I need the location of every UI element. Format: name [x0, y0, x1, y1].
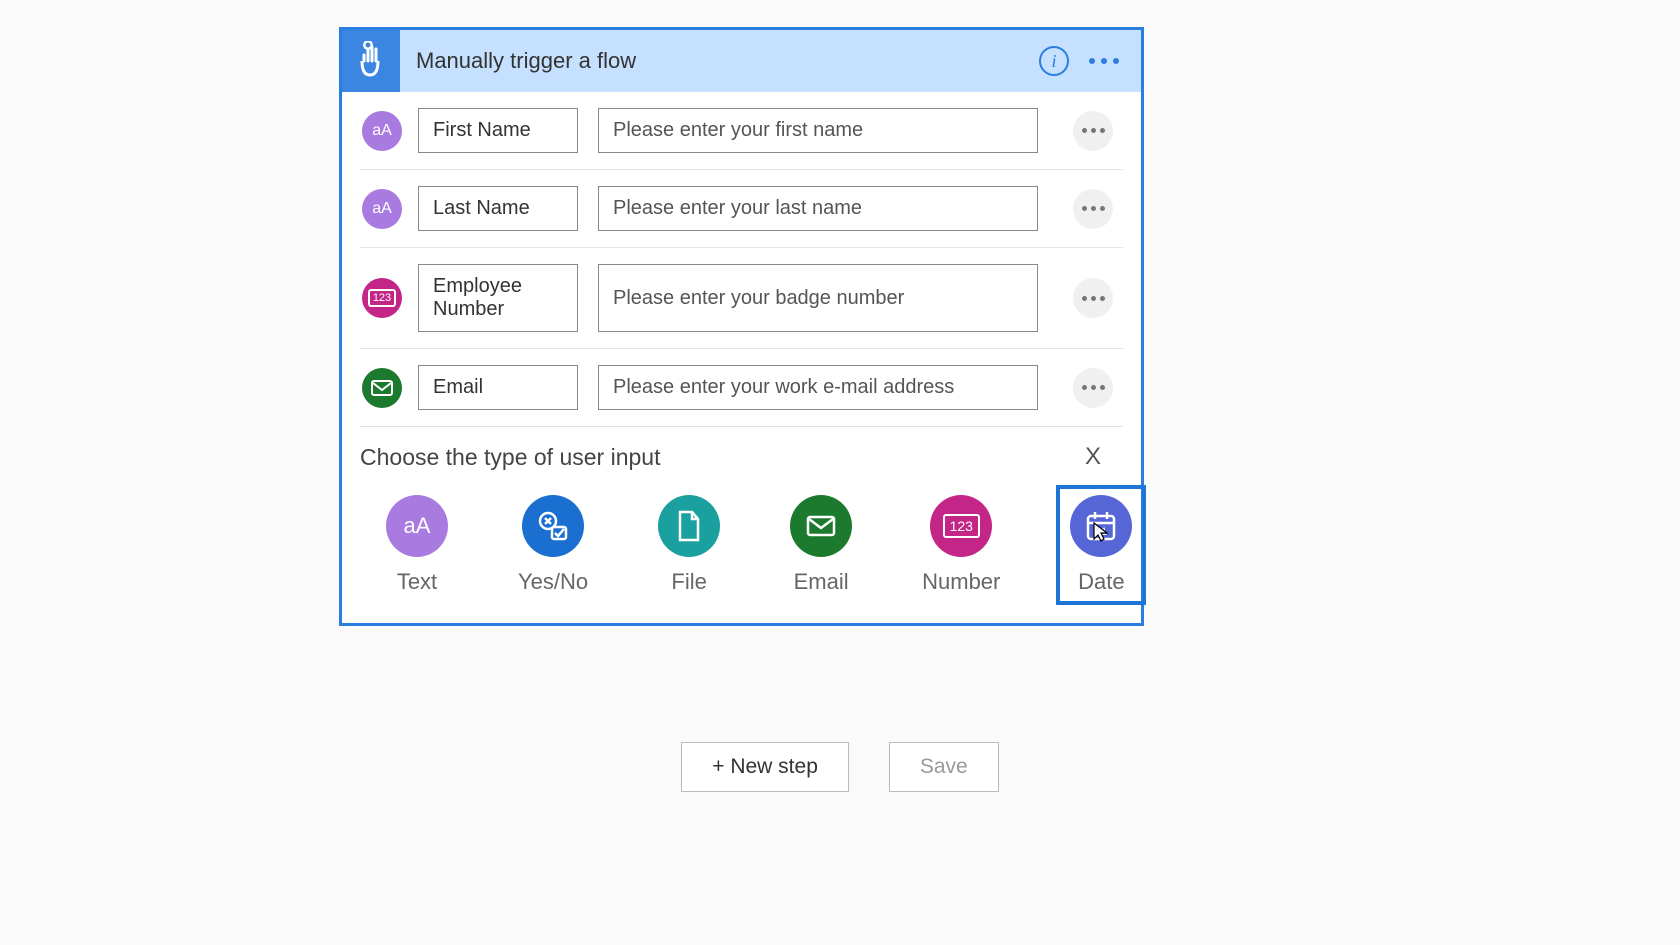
input-type-number[interactable]: 123 Number	[908, 485, 1014, 605]
input-more-button[interactable]	[1073, 278, 1113, 318]
input-type-text[interactable]: aA Text	[372, 485, 462, 605]
type-label: Email	[794, 569, 849, 595]
chooser-close-button[interactable]: X	[1075, 439, 1111, 475]
input-type-file[interactable]: File	[644, 485, 734, 605]
date-icon: 21	[1070, 495, 1132, 557]
type-label: Date	[1078, 569, 1124, 595]
input-placeholder-field[interactable]	[598, 264, 1038, 332]
type-label: Yes/No	[518, 569, 588, 595]
input-placeholder-field[interactable]	[598, 365, 1038, 410]
input-type-date[interactable]: 21 Date	[1056, 485, 1146, 605]
file-icon	[658, 495, 720, 557]
type-label: Text	[397, 569, 437, 595]
type-label: File	[671, 569, 706, 595]
input-more-button[interactable]	[1073, 111, 1113, 151]
trigger-icon	[342, 30, 400, 92]
card-more-button[interactable]	[1089, 58, 1141, 64]
input-type-chooser: Choose the type of user input X aA Text …	[342, 427, 1141, 623]
input-more-button[interactable]	[1073, 189, 1113, 229]
email-icon	[790, 495, 852, 557]
inputs-area: aA aA 123 Employee Number	[342, 92, 1141, 426]
number-icon: 123	[362, 278, 402, 318]
type-label: Number	[922, 569, 1000, 595]
input-name-field[interactable]	[418, 108, 578, 153]
input-name-field[interactable]	[418, 365, 578, 410]
input-placeholder-field[interactable]	[598, 186, 1038, 231]
input-name-field[interactable]: Employee Number	[418, 264, 578, 332]
input-row: aA	[360, 170, 1123, 248]
number-icon: 123	[930, 495, 992, 557]
input-name-field[interactable]	[418, 186, 578, 231]
input-type-email[interactable]: Email	[776, 485, 866, 605]
input-row: aA	[360, 92, 1123, 170]
input-placeholder-field[interactable]	[598, 108, 1038, 153]
text-icon: aA	[362, 111, 402, 151]
input-more-button[interactable]	[1073, 368, 1113, 408]
card-header: Manually trigger a flow i	[342, 30, 1141, 92]
text-icon: aA	[386, 495, 448, 557]
chooser-title: Choose the type of user input	[360, 444, 660, 471]
footer-buttons: + New step Save	[0, 742, 1680, 792]
save-button[interactable]: Save	[889, 742, 999, 792]
yesno-icon	[522, 495, 584, 557]
trigger-card: Manually trigger a flow i aA aA 123 Empl…	[339, 27, 1144, 626]
input-row	[360, 349, 1123, 426]
trigger-title: Manually trigger a flow	[400, 48, 1039, 74]
email-icon	[362, 368, 402, 408]
new-step-button[interactable]: + New step	[681, 742, 849, 792]
input-row: 123 Employee Number	[360, 248, 1123, 349]
text-icon: aA	[362, 189, 402, 229]
info-button[interactable]: i	[1039, 46, 1069, 76]
input-type-yesno[interactable]: Yes/No	[504, 485, 602, 605]
svg-text:21: 21	[1095, 526, 1107, 538]
